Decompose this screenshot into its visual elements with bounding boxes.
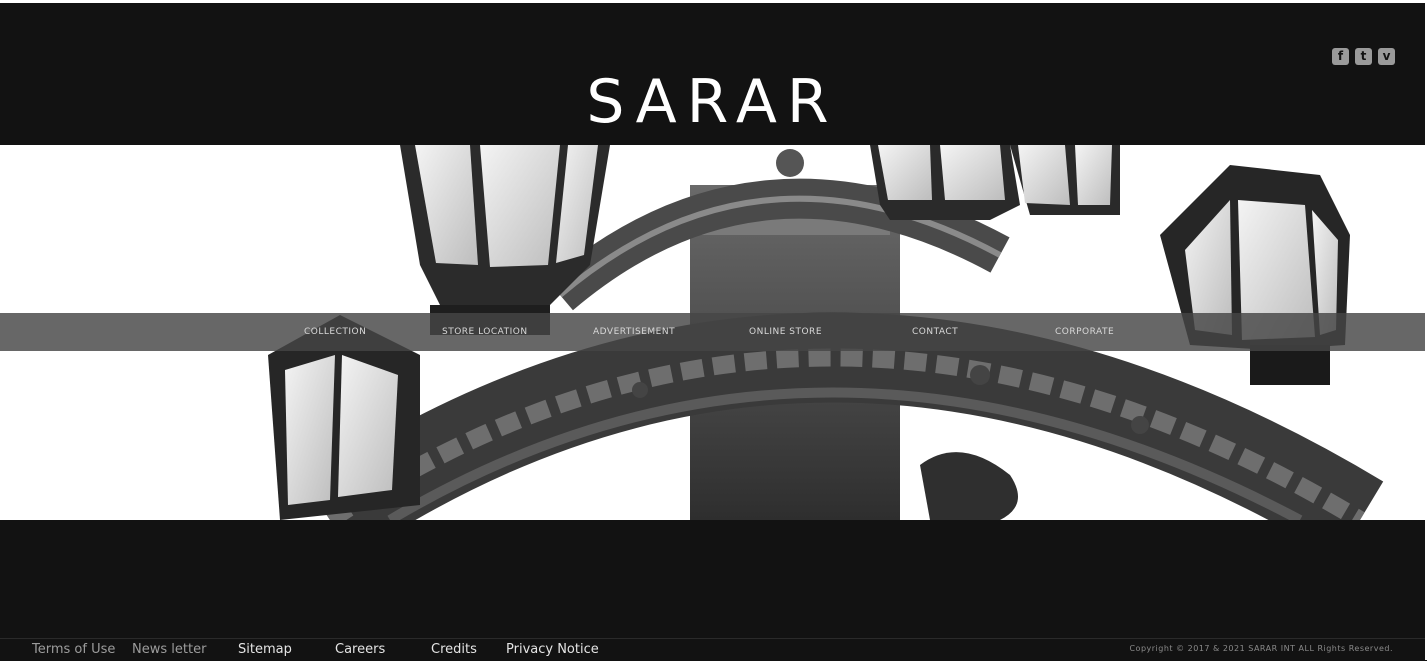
social-links: f t v	[1332, 48, 1395, 65]
nav-item-corporate[interactable]: CORPORATE	[1055, 313, 1114, 351]
site-header: SARAR f t v	[0, 3, 1425, 145]
main-nav: COLLECTION STORE LOCATION ADVERTISEMENT …	[0, 313, 1425, 351]
nav-item-advertisement[interactable]: ADVERTISEMENT	[593, 313, 675, 351]
footer-link-careers[interactable]: Careers	[335, 642, 385, 657]
twitter-icon[interactable]: t	[1355, 48, 1372, 65]
vimeo-icon[interactable]: v	[1378, 48, 1395, 65]
footer-link-newsletter[interactable]: News letter	[132, 642, 206, 657]
nav-item-store-location[interactable]: STORE LOCATION	[442, 313, 528, 351]
footer-link-terms[interactable]: Terms of Use	[32, 642, 115, 657]
facebook-icon[interactable]: f	[1332, 48, 1349, 65]
copyright-text: Copyright © 2017 & 2021 SARAR INT ALL Ri…	[1129, 644, 1393, 653]
content-area	[0, 520, 1425, 638]
footer-link-sitemap[interactable]: Sitemap	[238, 642, 292, 657]
footer-link-privacy[interactable]: Privacy Notice	[506, 642, 599, 657]
footer-link-credits[interactable]: Credits	[431, 642, 477, 657]
nav-item-collection[interactable]: COLLECTION	[304, 313, 366, 351]
brand-logo[interactable]: SARAR	[0, 69, 1425, 135]
nav-item-online-store[interactable]: ONLINE STORE	[749, 313, 822, 351]
nav-item-contact[interactable]: CONTACT	[912, 313, 958, 351]
site-footer: Terms of Use News letter Sitemap Careers…	[0, 638, 1425, 661]
